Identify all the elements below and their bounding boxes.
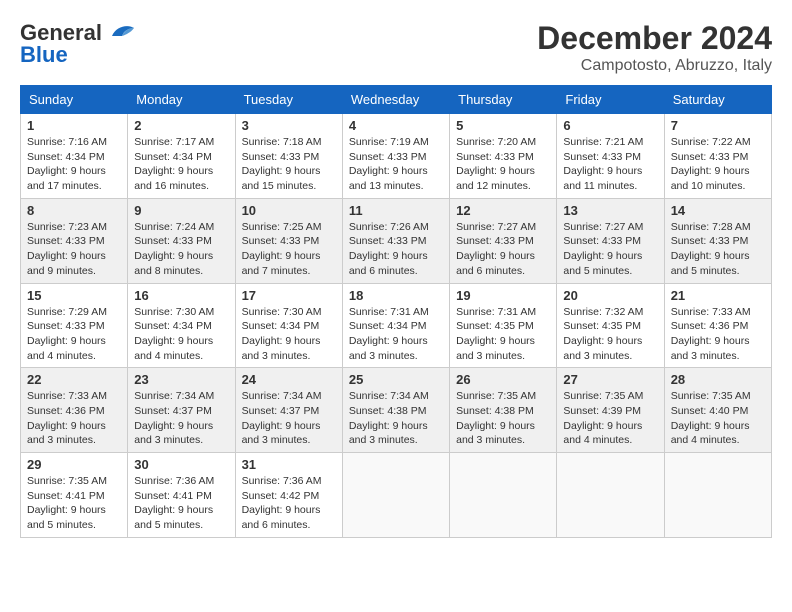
day-12: 12Sunrise: 7:27 AMSunset: 4:33 PMDayligh…: [450, 198, 557, 283]
day-13: 13Sunrise: 7:27 AMSunset: 4:33 PMDayligh…: [557, 198, 664, 283]
calendar-row-2: 8Sunrise: 7:23 AMSunset: 4:33 PMDaylight…: [21, 198, 772, 283]
day-23: 23Sunrise: 7:34 AMSunset: 4:37 PMDayligh…: [128, 368, 235, 453]
calendar-header-row: Sunday Monday Tuesday Wednesday Thursday…: [21, 86, 772, 114]
calendar-row-4: 22Sunrise: 7:33 AMSunset: 4:36 PMDayligh…: [21, 368, 772, 453]
logo-text-blue: Blue: [20, 42, 68, 68]
day-26: 26Sunrise: 7:35 AMSunset: 4:38 PMDayligh…: [450, 368, 557, 453]
day-empty: [664, 453, 771, 538]
page-header: General Blue December 2024 Campotosto, A…: [20, 20, 772, 75]
calendar-row-1: 1Sunrise: 7:16 AMSunset: 4:34 PMDaylight…: [21, 114, 772, 199]
logo-bird-icon: [104, 22, 136, 44]
day-14: 14Sunrise: 7:28 AMSunset: 4:33 PMDayligh…: [664, 198, 771, 283]
day-8: 8Sunrise: 7:23 AMSunset: 4:33 PMDaylight…: [21, 198, 128, 283]
day-30: 30Sunrise: 7:36 AMSunset: 4:41 PMDayligh…: [128, 453, 235, 538]
day-1: 1Sunrise: 7:16 AMSunset: 4:34 PMDaylight…: [21, 114, 128, 199]
day-20: 20Sunrise: 7:32 AMSunset: 4:35 PMDayligh…: [557, 283, 664, 368]
col-thursday: Thursday: [450, 86, 557, 114]
day-25: 25Sunrise: 7:34 AMSunset: 4:38 PMDayligh…: [342, 368, 449, 453]
day-17: 17Sunrise: 7:30 AMSunset: 4:34 PMDayligh…: [235, 283, 342, 368]
day-4: 4Sunrise: 7:19 AMSunset: 4:33 PMDaylight…: [342, 114, 449, 199]
day-27: 27Sunrise: 7:35 AMSunset: 4:39 PMDayligh…: [557, 368, 664, 453]
logo: General Blue: [20, 20, 136, 68]
day-5: 5Sunrise: 7:20 AMSunset: 4:33 PMDaylight…: [450, 114, 557, 199]
col-wednesday: Wednesday: [342, 86, 449, 114]
day-empty: [342, 453, 449, 538]
day-31: 31Sunrise: 7:36 AMSunset: 4:42 PMDayligh…: [235, 453, 342, 538]
col-monday: Monday: [128, 86, 235, 114]
day-15: 15Sunrise: 7:29 AMSunset: 4:33 PMDayligh…: [21, 283, 128, 368]
col-saturday: Saturday: [664, 86, 771, 114]
day-2: 2Sunrise: 7:17 AMSunset: 4:34 PMDaylight…: [128, 114, 235, 199]
day-empty: [450, 453, 557, 538]
day-21: 21Sunrise: 7:33 AMSunset: 4:36 PMDayligh…: [664, 283, 771, 368]
location: Campotosto, Abruzzo, Italy: [537, 57, 772, 75]
col-friday: Friday: [557, 86, 664, 114]
day-6: 6Sunrise: 7:21 AMSunset: 4:33 PMDaylight…: [557, 114, 664, 199]
calendar-table: Sunday Monday Tuesday Wednesday Thursday…: [20, 85, 772, 538]
day-29: 29Sunrise: 7:35 AMSunset: 4:41 PMDayligh…: [21, 453, 128, 538]
day-19: 19Sunrise: 7:31 AMSunset: 4:35 PMDayligh…: [450, 283, 557, 368]
day-7: 7Sunrise: 7:22 AMSunset: 4:33 PMDaylight…: [664, 114, 771, 199]
day-28: 28Sunrise: 7:35 AMSunset: 4:40 PMDayligh…: [664, 368, 771, 453]
day-10: 10Sunrise: 7:25 AMSunset: 4:33 PMDayligh…: [235, 198, 342, 283]
day-3: 3Sunrise: 7:18 AMSunset: 4:33 PMDaylight…: [235, 114, 342, 199]
title-block: December 2024 Campotosto, Abruzzo, Italy: [537, 20, 772, 75]
col-sunday: Sunday: [21, 86, 128, 114]
day-18: 18Sunrise: 7:31 AMSunset: 4:34 PMDayligh…: [342, 283, 449, 368]
month-title: December 2024: [537, 20, 772, 57]
day-9: 9Sunrise: 7:24 AMSunset: 4:33 PMDaylight…: [128, 198, 235, 283]
day-24: 24Sunrise: 7:34 AMSunset: 4:37 PMDayligh…: [235, 368, 342, 453]
day-11: 11Sunrise: 7:26 AMSunset: 4:33 PMDayligh…: [342, 198, 449, 283]
calendar-row-5: 29Sunrise: 7:35 AMSunset: 4:41 PMDayligh…: [21, 453, 772, 538]
day-22: 22Sunrise: 7:33 AMSunset: 4:36 PMDayligh…: [21, 368, 128, 453]
calendar-row-3: 15Sunrise: 7:29 AMSunset: 4:33 PMDayligh…: [21, 283, 772, 368]
col-tuesday: Tuesday: [235, 86, 342, 114]
day-empty: [557, 453, 664, 538]
day-16: 16Sunrise: 7:30 AMSunset: 4:34 PMDayligh…: [128, 283, 235, 368]
